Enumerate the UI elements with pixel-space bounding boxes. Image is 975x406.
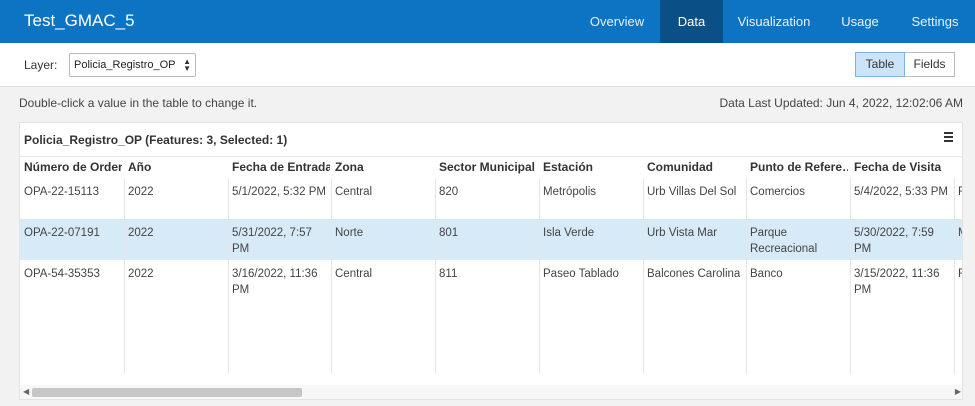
tab-usage[interactable]: Usage: [825, 0, 895, 43]
table-cell[interactable]: 2022: [128, 184, 226, 200]
table-cell[interactable]: 801: [439, 225, 537, 241]
column-header-fecha-de-visita[interactable]: Fecha de Visita: [854, 160, 952, 174]
tab-visualization[interactable]: Visualization: [723, 0, 825, 43]
column-divider: [746, 178, 747, 374]
column-header-ano[interactable]: Año: [128, 160, 226, 174]
column-divider: [228, 178, 229, 374]
select-arrows-icon: ▲ ▼: [183, 57, 191, 73]
column-header-estacion[interactable]: Estación: [543, 160, 641, 174]
layer-select-value: Policia_Registro_OP: [74, 59, 176, 71]
table-cell[interactable]: F: [958, 184, 962, 200]
column-divider: [124, 178, 125, 374]
table-cell[interactable]: Isla Verde: [543, 225, 641, 241]
app-header: Test_GMAC_5 Overview Data Visualization …: [0, 0, 975, 43]
table-view-button[interactable]: Table: [855, 52, 905, 77]
table-cell[interactable]: 5/4/2022, 5:33 PM: [854, 184, 952, 200]
triangle-right-icon[interactable]: ▶: [955, 387, 961, 396]
column-header-punto-de-referencia[interactable]: Punto de Refere…: [750, 160, 848, 174]
column-divider: [850, 178, 851, 374]
table-cell[interactable]: Urb Villas Del Sol: [647, 184, 747, 200]
table-cell[interactable]: Parque Recreacional: [750, 225, 840, 257]
tab-settings[interactable]: Settings: [895, 0, 975, 43]
table-cell[interactable]: 3/16/2022, 11:36 PM: [232, 266, 327, 298]
tab-overview[interactable]: Overview: [574, 0, 660, 43]
horizontal-scrollbar[interactable]: ◀ ▶: [20, 385, 962, 399]
table-cell[interactable]: OPA-54-35353: [24, 266, 122, 282]
app-title: Test_GMAC_5: [24, 11, 135, 30]
table-cell[interactable]: Norte: [335, 225, 433, 241]
table-cell[interactable]: Metrópolis: [543, 184, 641, 200]
table-cell[interactable]: 5/31/2022, 7:57 PM: [232, 225, 322, 257]
column-divider: [539, 178, 540, 374]
table-cell[interactable]: Balcones Carolina: [647, 266, 747, 282]
table-cell[interactable]: Central: [335, 184, 433, 200]
table-cell[interactable]: F: [958, 266, 962, 282]
table-cell[interactable]: OPA-22-07191: [24, 225, 122, 241]
column-divider: [643, 178, 644, 374]
column-header-numero-de-orden[interactable]: Número de Orden: [24, 160, 122, 174]
layer-select[interactable]: Policia_Registro_OP ▲ ▼: [69, 53, 196, 77]
last-updated: Data Last Updated: Jun 4, 2022, 12:02:06…: [719, 96, 963, 110]
column-header-sector-municipal[interactable]: Sector Municipal: [439, 160, 537, 174]
column-header-fecha-de-entrada[interactable]: Fecha de Entrada: [232, 160, 330, 174]
table-cell[interactable]: 5/30/2022, 7:59 PM: [854, 225, 944, 257]
table-cell[interactable]: M: [958, 225, 962, 241]
attribute-table: Policia_Registro_OP (Features: 3, Select…: [19, 122, 963, 400]
table-cell[interactable]: Central: [335, 266, 433, 282]
table-cell[interactable]: Paseo Tablado: [543, 266, 641, 282]
table-cell[interactable]: 2022: [128, 266, 226, 282]
table-cell[interactable]: 2022: [128, 225, 226, 241]
table-header-row: Número de Orden Año Fecha de Entrada Zon…: [20, 156, 962, 178]
tab-data[interactable]: Data: [660, 0, 723, 43]
column-header-zona[interactable]: Zona: [335, 160, 433, 174]
layer-toolbar: Layer: Policia_Registro_OP ▲ ▼ Table Fiel…: [0, 43, 975, 87]
edit-hint: Double-click a value in the table to cha…: [19, 96, 258, 110]
table-title: Policia_Registro_OP (Features: 3, Select…: [24, 133, 288, 147]
triangle-left-icon[interactable]: ◀: [23, 387, 29, 396]
column-divider: [435, 178, 436, 374]
view-toggle: Table Fields: [855, 52, 955, 77]
table-cell[interactable]: Urb Vista Mar: [647, 225, 745, 241]
table-cell[interactable]: Comercios: [750, 184, 848, 200]
nav-tabs: Overview Data Visualization Usage Settin…: [574, 0, 975, 43]
scrollbar-thumb[interactable]: [32, 388, 302, 397]
table-row[interactable]: OPA-22-15113 2022 5/1/2022, 5:32 PM Cent…: [20, 178, 962, 219]
table-row-selected[interactable]: OPA-22-07191 2022 5/31/2022, 7:57 PM Nor…: [20, 219, 962, 260]
column-divider: [954, 178, 955, 374]
table-grid: Número de Orden Año Fecha de Entrada Zon…: [20, 156, 962, 386]
layer-label: Layer:: [24, 58, 58, 72]
table-cell[interactable]: 820: [439, 184, 537, 200]
table-cell[interactable]: 5/1/2022, 5:32 PM: [232, 184, 330, 200]
column-header-comunidad[interactable]: Comunidad: [647, 160, 745, 174]
column-divider: [331, 178, 332, 374]
table-cell[interactable]: Banco: [750, 266, 848, 282]
table-cell[interactable]: 811: [439, 266, 537, 282]
fields-view-button[interactable]: Fields: [905, 52, 955, 77]
table-cell[interactable]: OPA-22-15113: [24, 184, 122, 200]
hamburger-menu-icon[interactable]: [944, 132, 954, 142]
table-row[interactable]: OPA-54-35353 2022 3/16/2022, 11:36 PM Ce…: [20, 260, 962, 374]
table-cell[interactable]: 3/15/2022, 11:36 PM: [854, 266, 949, 298]
